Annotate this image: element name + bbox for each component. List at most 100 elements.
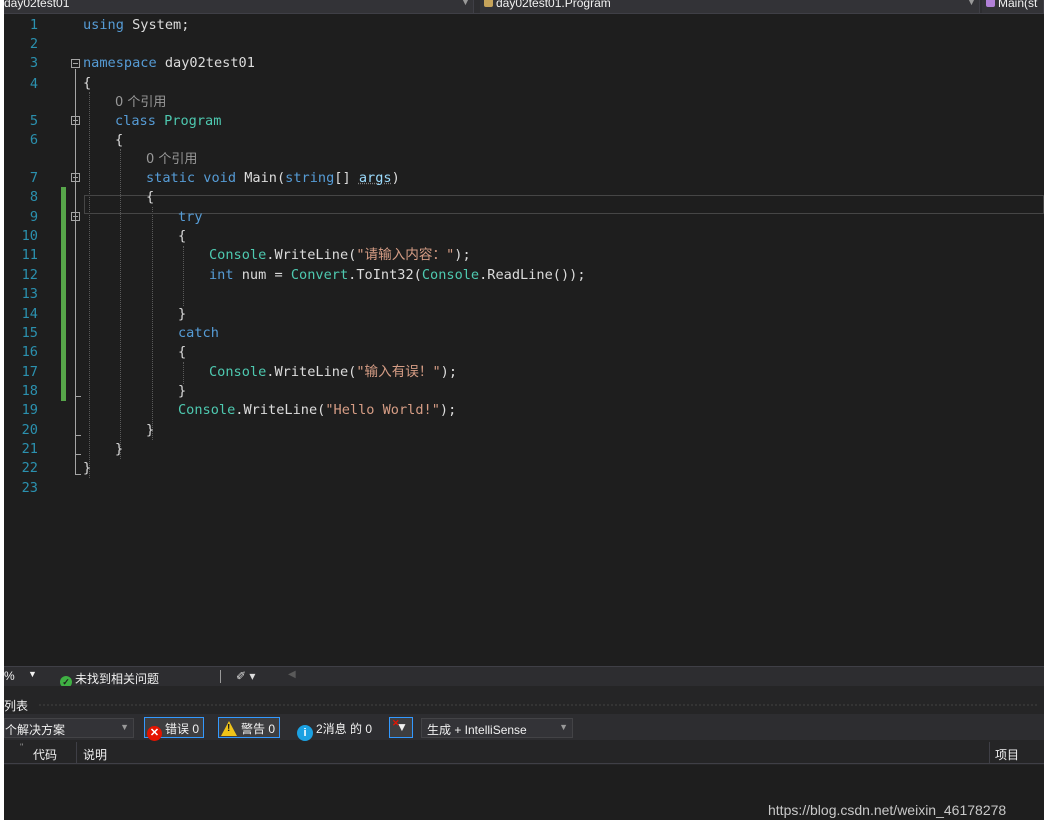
code-text: );	[454, 247, 471, 263]
error-list-toolbar: 个解决方案 ▼ ✕ 错误 0 ! 警告 0 i 2消息 的 0 ✕ ▼ 生成 + In…	[4, 714, 1044, 741]
indent-guide	[89, 92, 90, 478]
code-line-22: }	[83, 459, 91, 478]
code-line-16: {	[178, 343, 186, 362]
brace: }	[178, 383, 187, 399]
line-number: 22	[21, 460, 38, 476]
brace: }	[83, 460, 92, 476]
chevron-down-icon: ▼	[559, 722, 568, 732]
column-code[interactable]: 代码	[33, 746, 57, 763]
type-name: Convert	[290, 267, 349, 283]
chevron-down-icon: ▼	[462, 0, 469, 7]
scope-dropdown[interactable]: 个解决方案 ▼	[4, 718, 134, 738]
code-line-6: {	[115, 131, 123, 150]
outline-line	[75, 69, 76, 474]
code-text: )	[391, 170, 400, 186]
code-line-21: }	[115, 440, 123, 459]
info-icon: i	[297, 725, 313, 741]
build-filter-label: 生成 + IntelliSense	[427, 723, 527, 737]
line-number: 23	[21, 480, 38, 496]
keyword: class	[115, 113, 156, 129]
zoom-dropdown[interactable]: % ▼	[4, 669, 37, 685]
codelens-references[interactable]: 0 个引用	[115, 93, 166, 112]
project-name: day02test01	[4, 0, 70, 10]
warnings-filter-button[interactable]: ! 警告 0	[218, 717, 281, 738]
brace: {	[178, 344, 187, 360]
method-name: .WriteLine(	[235, 402, 326, 418]
errors-label: 错误 0	[165, 722, 200, 736]
line-number: 21	[21, 441, 38, 457]
navigation-bar: day02test01 ▼ day02test01.Program ▼ Main…	[4, 0, 1044, 14]
column-divider[interactable]	[76, 742, 77, 764]
line-number: 16	[21, 344, 38, 360]
column-divider[interactable]	[989, 742, 990, 764]
error-list-column-header: " 代码 说明 项目	[4, 742, 1044, 764]
error-icon: ✕	[147, 726, 162, 741]
code-line-17: Console.WriteLine("输入有误！");	[209, 363, 457, 382]
string-literal: "输入有误！"	[356, 364, 441, 380]
class-scope-dropdown[interactable]: day02test01.Program ▼	[480, 0, 980, 13]
editor-status-strip: % ▼ ✓ 未找到相关问题 ✐ ▾ ◀	[4, 666, 1044, 688]
method-name: Main(	[244, 170, 286, 186]
current-line-highlight	[84, 195, 1044, 214]
indent-guide	[183, 362, 184, 384]
project-dropdown[interactable]: day02test01 ▼	[4, 0, 474, 13]
chevron-down-icon: ▼	[968, 0, 975, 7]
code-text: num =	[233, 267, 291, 283]
document-filter-button[interactable]: ✕ ▼	[389, 717, 413, 738]
line-number: 10	[21, 228, 38, 244]
line-number: 1	[29, 17, 38, 33]
build-intellisense-dropdown[interactable]: 生成 + IntelliSense ▼	[421, 718, 573, 738]
messages-label: 2消息 的 0	[316, 722, 373, 736]
line-number: 19	[21, 402, 38, 418]
code-line-8: {	[146, 188, 154, 207]
keyword: void	[203, 170, 237, 186]
errors-filter-button[interactable]: ✕ 错误 0	[144, 717, 205, 741]
panel-title-bar[interactable]: 列表	[4, 690, 1044, 713]
warning-icon: !	[221, 721, 237, 736]
line-number: 3	[29, 55, 38, 71]
brace: }	[178, 306, 187, 322]
code-line-7: static void Main(string[] args)	[146, 169, 400, 188]
panel-title: 列表	[4, 699, 29, 713]
code-line-15: catch	[178, 324, 219, 343]
class-scope-label: day02test01.Program	[496, 0, 611, 10]
line-number: 8	[29, 189, 38, 205]
column-project[interactable]: 项目	[995, 746, 1019, 763]
keyword: using	[83, 17, 124, 33]
member-scope-label: Main(st	[998, 0, 1038, 10]
member-scope-wrapper: Main(st	[986, 0, 1037, 10]
keyword: int	[209, 267, 234, 283]
line-number: 15	[21, 325, 38, 341]
parameter: args	[358, 170, 392, 186]
method-name: .ToInt32(	[348, 267, 422, 283]
code-text: );	[439, 402, 457, 418]
collapse-namespace-icon[interactable]	[71, 59, 80, 68]
line-number: 11	[21, 247, 38, 263]
codelens-references[interactable]: 0 个引用	[146, 150, 197, 169]
code-line-5: class Program	[115, 112, 221, 131]
column-description[interactable]: 说明	[83, 746, 107, 763]
member-scope-dropdown[interactable]: Main(st	[982, 0, 1044, 13]
scope-label: 个解决方案	[5, 723, 66, 737]
keyword: try	[178, 209, 203, 225]
separator	[220, 670, 221, 683]
filter-icon: ▼	[396, 720, 408, 734]
indent-guide	[183, 246, 184, 306]
line-number: 2	[29, 36, 38, 52]
brace: }	[115, 441, 124, 457]
scroll-left-icon[interactable]: ◀	[288, 669, 296, 680]
line-number: 9	[29, 209, 38, 225]
code-line-1: using System;	[83, 16, 189, 35]
code-text: .ReadLine());	[479, 267, 586, 283]
messages-filter-button[interactable]: i 2消息 的 0	[294, 717, 377, 741]
brace: {	[83, 75, 92, 91]
class-scope-wrapper: day02test01.Program	[484, 0, 611, 10]
code-editor[interactable]: 1 2 3 4 5 6 7 8 9 10 11 12 13 14 15 16 1…	[4, 14, 1044, 666]
sort-icon: "	[20, 742, 24, 752]
chevron-down-icon: ▼	[120, 722, 129, 732]
code-cleanup-brush-icon[interactable]: ✐ ▾	[236, 669, 255, 683]
keyword: static	[146, 170, 196, 186]
keyword: namespace	[83, 55, 157, 71]
string-literal: "请输入内容："	[356, 247, 455, 263]
type-name: Console	[209, 247, 267, 263]
